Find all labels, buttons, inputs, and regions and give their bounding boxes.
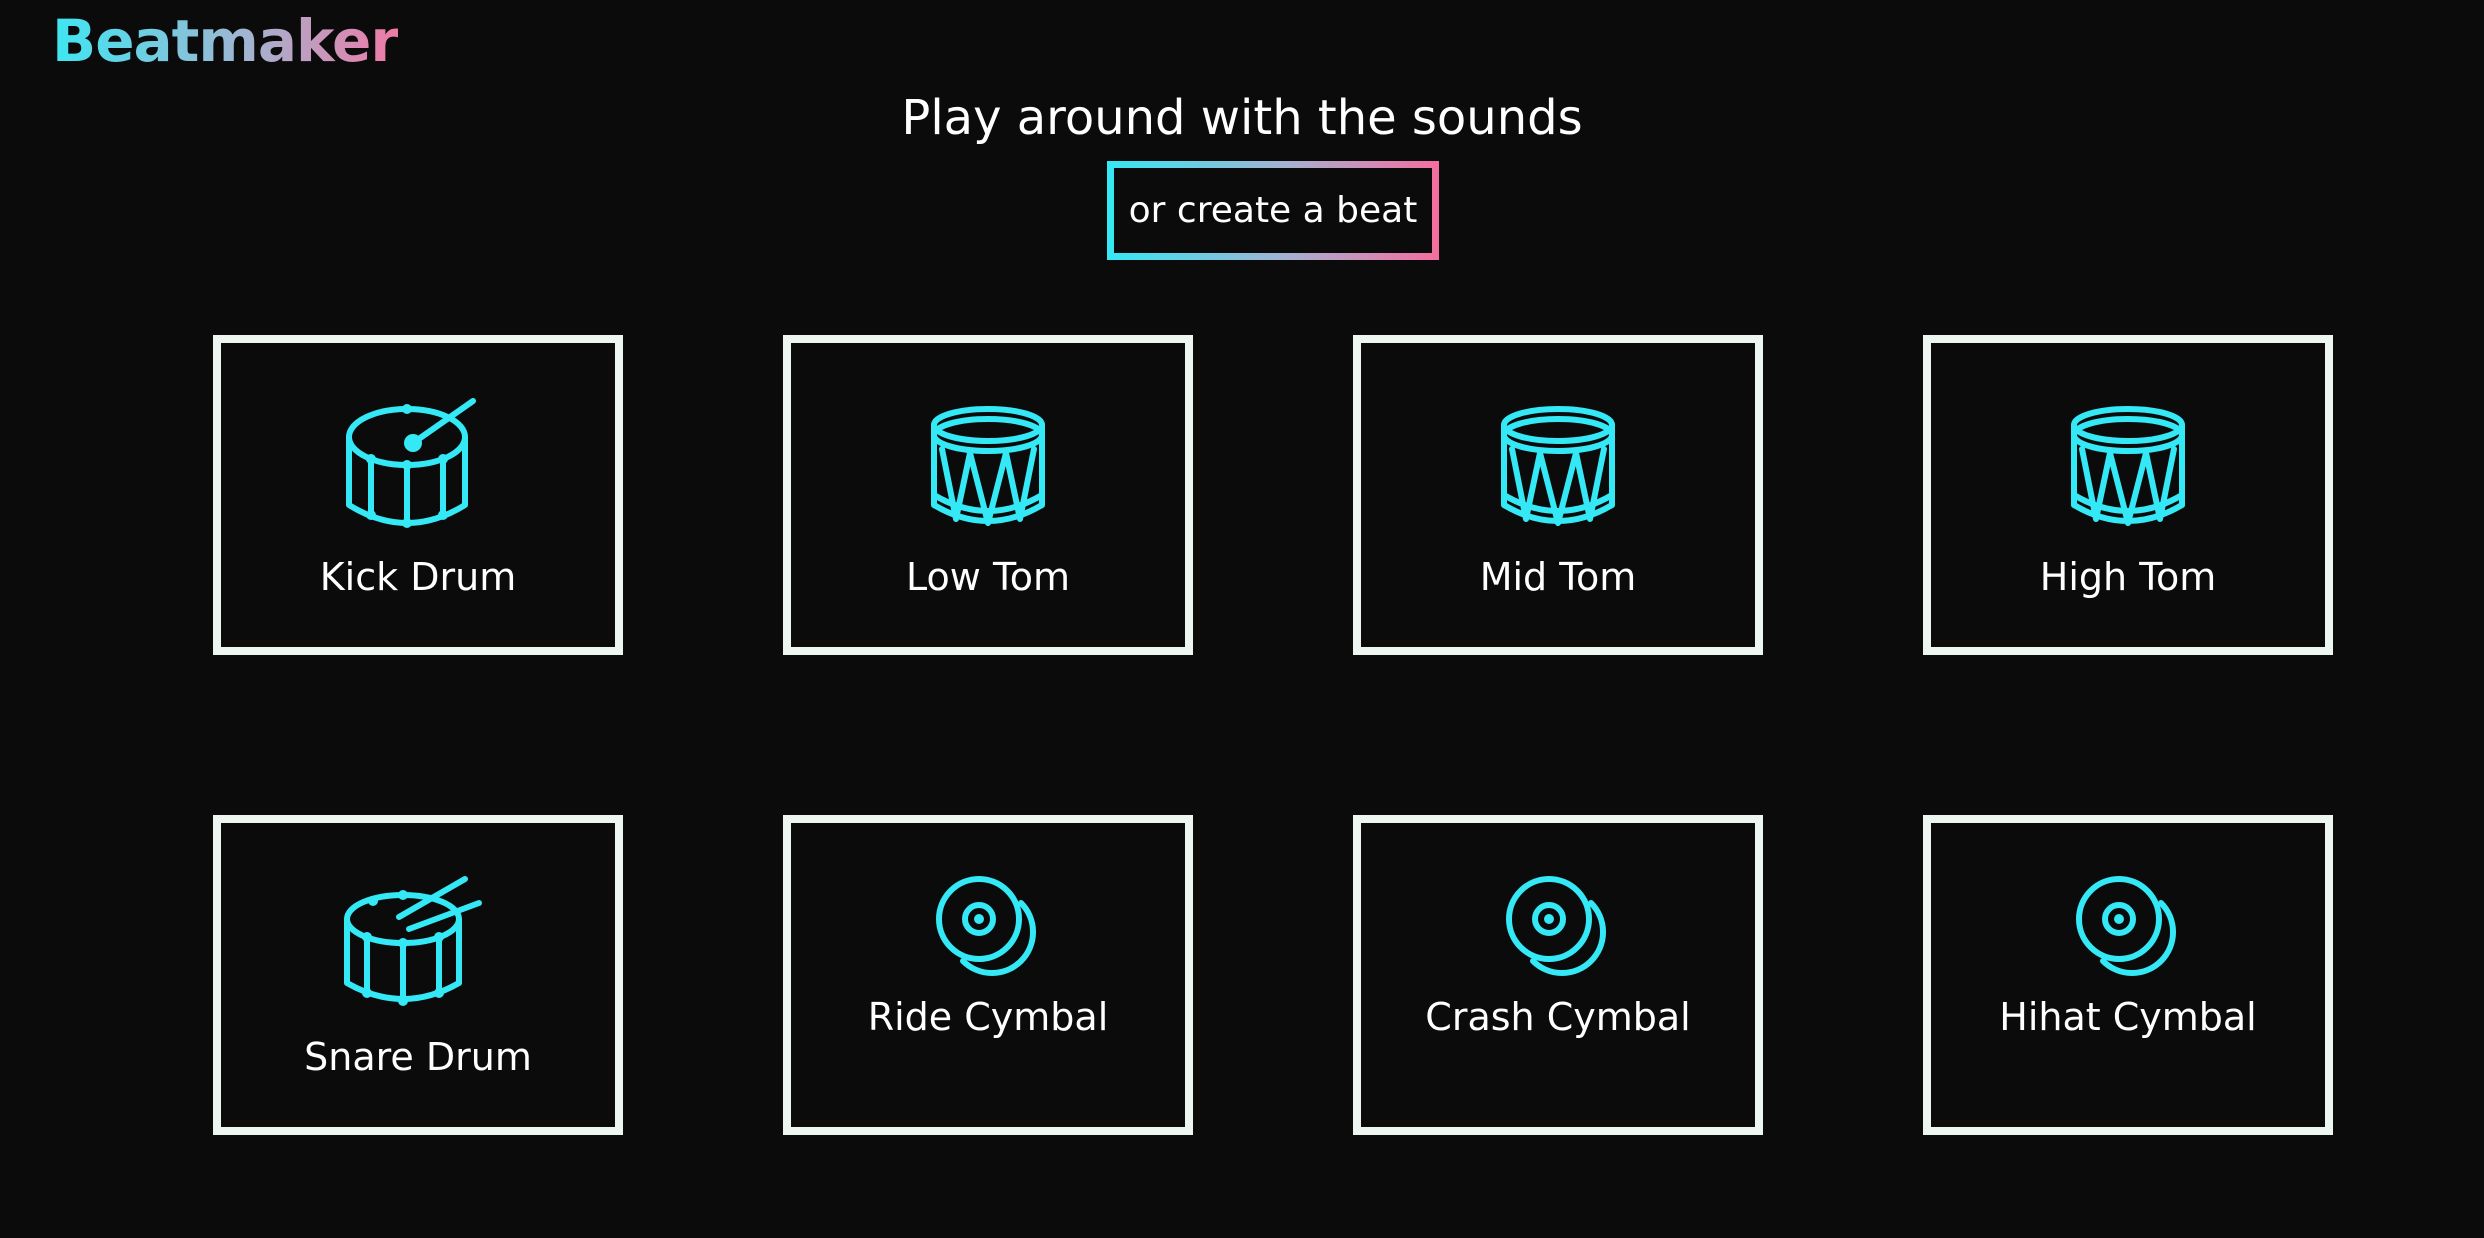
pad-hihat-cymbal[interactable]: Hihat Cymbal (1923, 815, 2333, 1135)
pad-label: Mid Tom (1479, 555, 1637, 599)
pad-label: Kick Drum (319, 555, 517, 599)
tom-drum-icon (931, 406, 1045, 526)
pad-label: Hihat Cymbal (1999, 995, 2257, 1039)
pad-label: High Tom (2039, 555, 2217, 599)
snare-drum-icon (344, 876, 482, 1006)
pad-ride-cymbal[interactable]: Ride Cymbal (783, 815, 1193, 1135)
tom-drum-icon (1501, 406, 1615, 526)
app-logo: Beatmaker (52, 7, 399, 75)
pad-mid-tom[interactable]: Mid Tom (1353, 335, 1763, 655)
pad-high-tom[interactable]: High Tom (1923, 335, 2333, 655)
page-headline: Play around with the sounds (901, 90, 1583, 146)
pad-crash-cymbal[interactable]: Crash Cymbal (1353, 815, 1763, 1135)
pad-label: Snare Drum (304, 1035, 532, 1079)
pad-low-tom[interactable]: Low Tom (783, 335, 1193, 655)
tom-drum-icon (2071, 406, 2185, 526)
pad-label: Crash Cymbal (1425, 995, 1691, 1039)
create-beat-button[interactable]: or create a beat (1107, 161, 1439, 260)
pad-label: Low Tom (906, 555, 1070, 599)
pad-label: Ride Cymbal (867, 995, 1109, 1039)
pad-kick-drum[interactable]: Kick Drum (213, 335, 623, 655)
cymbal-icon (1506, 876, 1606, 976)
cymbal-icon (2076, 876, 2176, 976)
pad-snare-drum[interactable]: Snare Drum (213, 815, 623, 1135)
kick-drum-icon (346, 398, 476, 528)
create-beat-button-label: or create a beat (1114, 168, 1432, 253)
cymbal-icon (936, 876, 1036, 976)
